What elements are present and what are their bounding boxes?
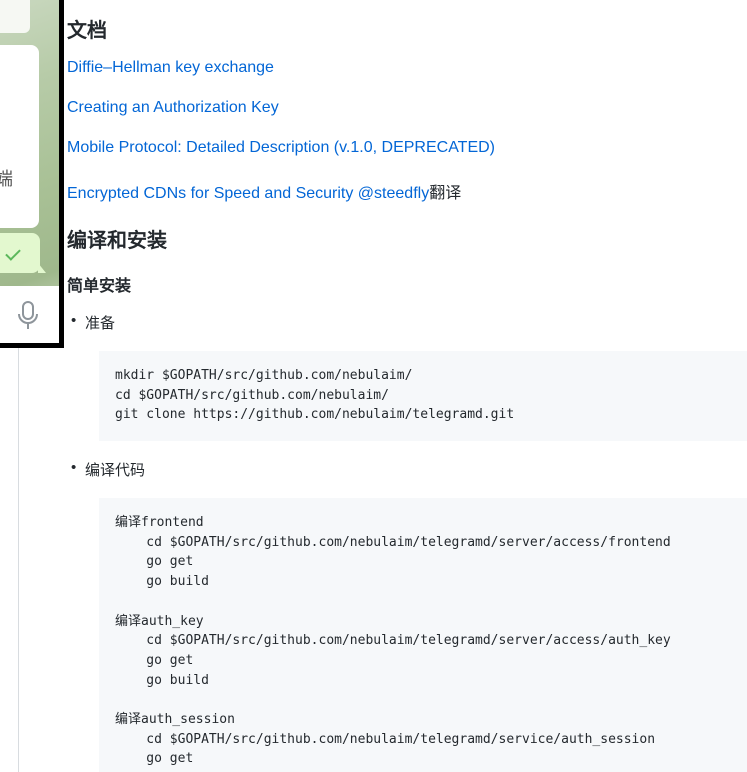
code-block-prepare: mkdir $GOPATH/src/github.com/nebulaim/ c… bbox=[99, 351, 747, 441]
content-left-border bbox=[18, 348, 19, 772]
microphone-icon bbox=[18, 301, 38, 329]
list-item-prepare: 准备 bbox=[71, 312, 115, 333]
list-item-compile: 编译代码 bbox=[71, 459, 145, 480]
link-encrypted-cdns[interactable]: Encrypted CDNs for Speed and Security @s… bbox=[67, 185, 429, 202]
phone-mockup-fragment: 端 bbox=[0, 0, 64, 348]
mockup-top-card bbox=[0, 0, 30, 33]
simple-install-heading: 简单安装 bbox=[67, 278, 132, 295]
mockup-message-bubble: 端 bbox=[0, 45, 39, 228]
link-mobile-protocol[interactable]: Mobile Protocol: Detailed Description (v… bbox=[67, 139, 495, 157]
link-authorization-key[interactable]: Creating an Authorization Key bbox=[67, 99, 279, 117]
mockup-sent-bubble bbox=[0, 233, 46, 273]
build-heading: 编译和安装 bbox=[67, 230, 167, 252]
check-icon bbox=[5, 245, 21, 261]
link-encrypted-cdns-row: Encrypted CDNs for Speed and Security @s… bbox=[67, 179, 461, 203]
mockup-cut-glyph: 端 bbox=[0, 169, 13, 189]
docs-heading: 文档 bbox=[67, 20, 107, 42]
link-suffix-translate: 翻译 bbox=[429, 185, 462, 202]
link-diffie-hellman[interactable]: Diffie–Hellman key exchange bbox=[67, 59, 274, 77]
phone-mockup-screen: 端 bbox=[0, 0, 59, 343]
code-block-compile: 编译frontend cd $GOPATH/src/github.com/neb… bbox=[99, 498, 747, 772]
mockup-input-bar bbox=[0, 286, 59, 343]
